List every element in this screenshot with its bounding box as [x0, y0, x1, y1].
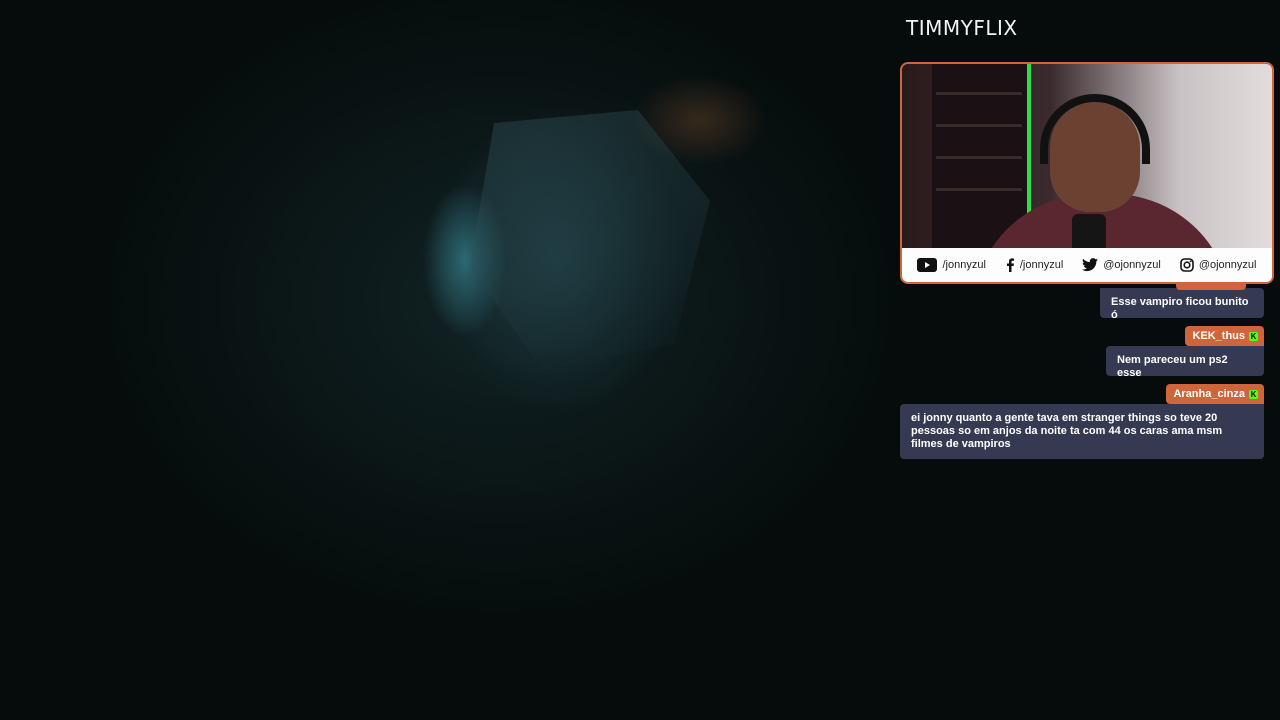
username-tag: KEK_thus K — [1185, 326, 1264, 346]
kick-icon: K — [1249, 331, 1258, 341]
social-youtube: /jonnyzul — [917, 258, 986, 272]
instagram-icon — [1180, 258, 1194, 272]
kick-icon: K — [1249, 389, 1258, 399]
social-twitter: @ojonnyzul — [1082, 258, 1161, 272]
headset — [1040, 94, 1150, 164]
social-links-bar: /jonnyzul /jonnyzul @ojonnyzul @ojonnyzu… — [902, 248, 1272, 282]
social-instagram: @ojonnyzul — [1180, 258, 1257, 272]
chat-username: KEK_thus — [1192, 330, 1245, 342]
social-handle-facebook: /jonnyzul — [1019, 259, 1064, 271]
chat-message: Aranha_cinza K ei jonny quanto a gente t… — [900, 384, 1264, 459]
chat-message: KEK_thus K Nem pareceu um ps2 esse — [1106, 326, 1264, 379]
chat-message-text: Nem pareceu um ps2 esse — [1106, 346, 1264, 379]
game-scene-figure — [470, 110, 710, 370]
chat-message-text: Esse vampiro ficou bunito ó — [1100, 288, 1264, 321]
social-facebook: /jonnyzul — [1005, 258, 1063, 272]
chat-username: Aranha_cinza — [1173, 388, 1245, 400]
chat-message-text: ei jonny quanto a gente tava em stranger… — [900, 404, 1264, 459]
chat-message: Esse vampiro ficou bunito ó — [1100, 284, 1264, 321]
twitter-icon — [1082, 258, 1099, 272]
social-handle-instagram: @ojonnyzul — [1198, 259, 1257, 271]
channel-title: TIMMYFLIX — [906, 16, 1018, 40]
social-handle-twitter: @ojonnyzul — [1103, 259, 1161, 271]
stream-overlay: TIMMYFLIX /jonnyzul /jonnyzul @ojonnyzul… — [0, 0, 1280, 720]
social-handle-youtube: /jonnyzul — [942, 259, 986, 271]
webcam-frame: /jonnyzul /jonnyzul @ojonnyzul @ojonnyzu… — [900, 62, 1274, 284]
youtube-icon — [917, 258, 938, 272]
username-tag — [1176, 284, 1246, 290]
username-tag: Aranha_cinza K — [1166, 384, 1264, 404]
facebook-icon — [1005, 258, 1015, 272]
